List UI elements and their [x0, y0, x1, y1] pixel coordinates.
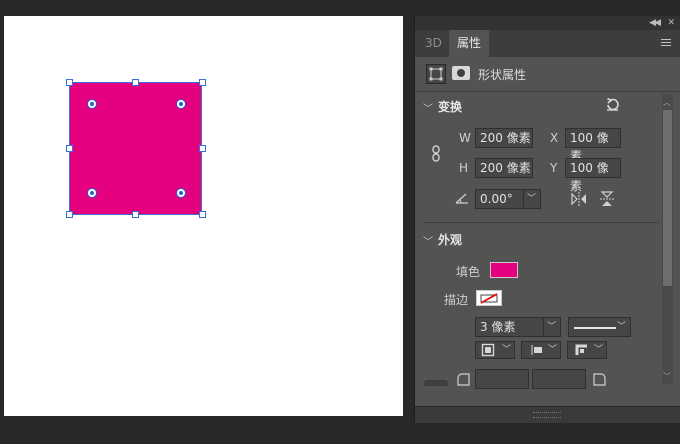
y-position-field[interactable]: 100 像素 [565, 158, 621, 193]
transform-handle-left[interactable] [66, 145, 73, 152]
transform-handle-bottom[interactable] [132, 211, 139, 218]
flip-vertical-icon[interactable] [600, 191, 614, 207]
panel-scrollbar-thumb[interactable] [663, 110, 672, 286]
stroke-width-dropdown-icon[interactable]: ﹀ [542, 318, 556, 336]
appearance-section-title[interactable]: 外观 [438, 231, 462, 248]
x-position-field[interactable]: 100 像素 [565, 128, 621, 163]
corner-radius-widget-top-left[interactable] [88, 100, 96, 108]
corner-radius-top-left-icon [457, 373, 470, 386]
stroke-caps-dropdown-icon[interactable]: ﹀ [548, 342, 557, 358]
corner-radius-widget-top-right[interactable] [177, 100, 185, 108]
scroll-up-icon[interactable]: ︿ [663, 97, 671, 108]
stroke-align-dropdown-icon[interactable]: ﹀ [502, 342, 511, 358]
stroke-label: 描边 [444, 293, 469, 307]
flip-horizontal-icon[interactable] [571, 192, 587, 206]
section-divider [423, 222, 659, 223]
link-dimensions-icon[interactable] [431, 145, 441, 162]
panel-tabbar: 3D 属性 [415, 30, 680, 57]
stroke-align-icon [481, 343, 495, 357]
corner-radius-top-right-icon [593, 373, 606, 386]
stroke-corners-dropdown-icon[interactable]: ﹀ [594, 342, 603, 358]
corner-radius-widget-bottom-right[interactable] [177, 189, 185, 197]
shape-properties-header: 形状属性 [415, 57, 680, 92]
tab-3d[interactable]: 3D [425, 30, 442, 57]
transform-handle-top[interactable] [132, 79, 139, 86]
angle-icon [455, 193, 468, 204]
stroke-width-field[interactable]: 3 像素 ﹀ [475, 317, 561, 337]
stroke-corners-select[interactable]: ﹀ [567, 341, 607, 359]
panel-menu-icon[interactable] [661, 39, 671, 48]
angle-dropdown-icon[interactable]: ﹀ [522, 190, 536, 208]
height-field[interactable]: 200 像素 [475, 158, 533, 178]
transform-section-title[interactable]: 变换 [438, 98, 462, 115]
fill-label: 填色 [456, 265, 481, 279]
x-label: X [550, 131, 559, 145]
width-field[interactable]: 200 像素 [475, 128, 533, 148]
stroke-color-swatch[interactable] [476, 290, 502, 306]
transform-handle-bottom-left[interactable] [66, 211, 73, 218]
stroke-align-select[interactable]: ﹀ [475, 341, 515, 359]
resize-grip-icon[interactable] [533, 412, 561, 418]
y-label: Y [550, 161, 558, 175]
stroke-caps-icon [531, 345, 542, 355]
stroke-width-value: 3 像素 [480, 320, 516, 334]
height-label: H [459, 161, 469, 175]
tab-properties[interactable]: 属性 [449, 30, 489, 57]
stroke-corners-icon [575, 344, 587, 355]
scroll-down-icon[interactable]: ﹀ [663, 371, 671, 382]
properties-panel: ◀◀ ✕ 3D 属性 形状属性 ﹀ 变换 W 200 像素 X 100 像素 H… [414, 16, 680, 423]
transform-handle-top-right[interactable] [199, 79, 206, 86]
corner-radius-widget-bottom-left[interactable] [88, 189, 96, 197]
stroke-line-preview [574, 327, 616, 329]
transform-handle-top-left[interactable] [66, 79, 73, 86]
appearance-section-chevron-icon[interactable]: ﹀ [423, 233, 433, 248]
transform-handle-bottom-right[interactable] [199, 211, 206, 218]
transform-section-chevron-icon[interactable]: ﹀ [423, 100, 433, 115]
corner-radius-top-right-field[interactable] [532, 369, 586, 389]
reset-transform-icon[interactable] [605, 97, 620, 112]
panel-title-bar: ◀◀ ✕ [415, 16, 680, 30]
mask-icon[interactable] [452, 66, 470, 80]
stroke-caps-select[interactable]: ﹀ [521, 341, 561, 359]
angle-field[interactable]: 0.00° ﹀ [475, 189, 541, 209]
corner-radius-top-left-field[interactable] [475, 369, 529, 389]
angle-value: 0.00° [480, 192, 513, 206]
shape-properties-label: 形状属性 [478, 68, 527, 82]
collapse-panel-icon[interactable]: ◀◀ [649, 16, 661, 30]
close-panel-icon[interactable]: ✕ [667, 16, 675, 30]
panel-resize-bar[interactable] [415, 406, 680, 423]
width-label: W [459, 131, 471, 145]
shape-properties-icon[interactable] [426, 64, 446, 84]
transform-handle-right[interactable] [199, 145, 206, 152]
corner-link-icon[interactable] [424, 380, 448, 386]
fill-color-swatch[interactable] [490, 262, 518, 278]
stroke-type-dropdown-icon[interactable]: ﹀ [617, 318, 626, 336]
stroke-type-select[interactable]: ﹀ [568, 317, 631, 337]
